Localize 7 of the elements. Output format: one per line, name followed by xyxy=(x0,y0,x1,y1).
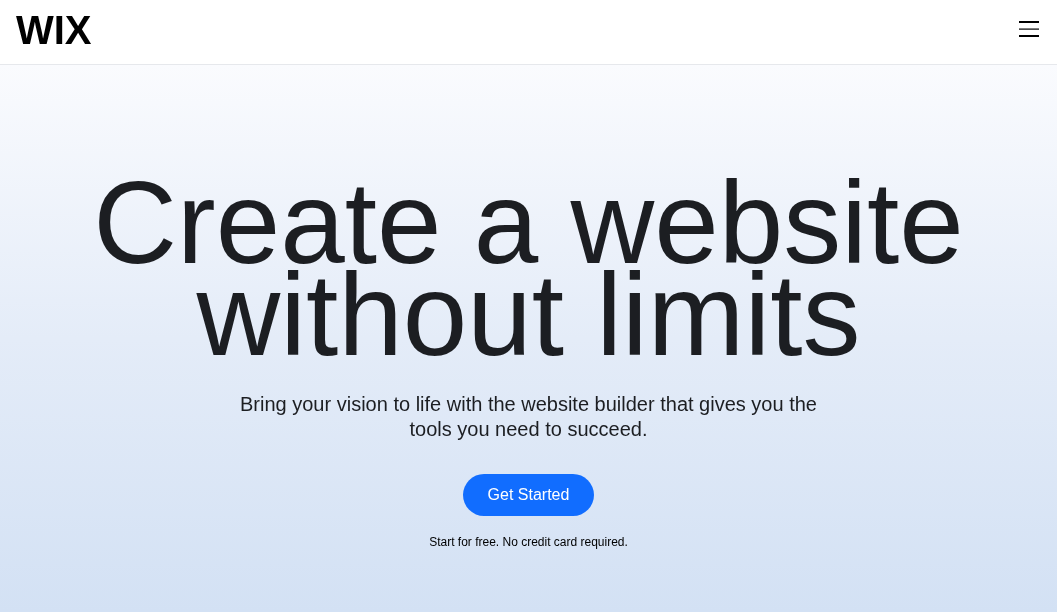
headline: Create a website without limits xyxy=(92,177,965,361)
subtitle: Bring your vision to life with the website builder that gives you the tools you need to succeed. xyxy=(239,392,818,442)
logo-link[interactable]: WIX xyxy=(16,10,92,50)
get-started-button[interactable]: Get Started xyxy=(462,474,595,516)
free-note: Start for free. No credit card required. xyxy=(429,534,628,550)
menu-button[interactable] xyxy=(1019,21,1039,37)
menu-icon xyxy=(1019,21,1039,37)
